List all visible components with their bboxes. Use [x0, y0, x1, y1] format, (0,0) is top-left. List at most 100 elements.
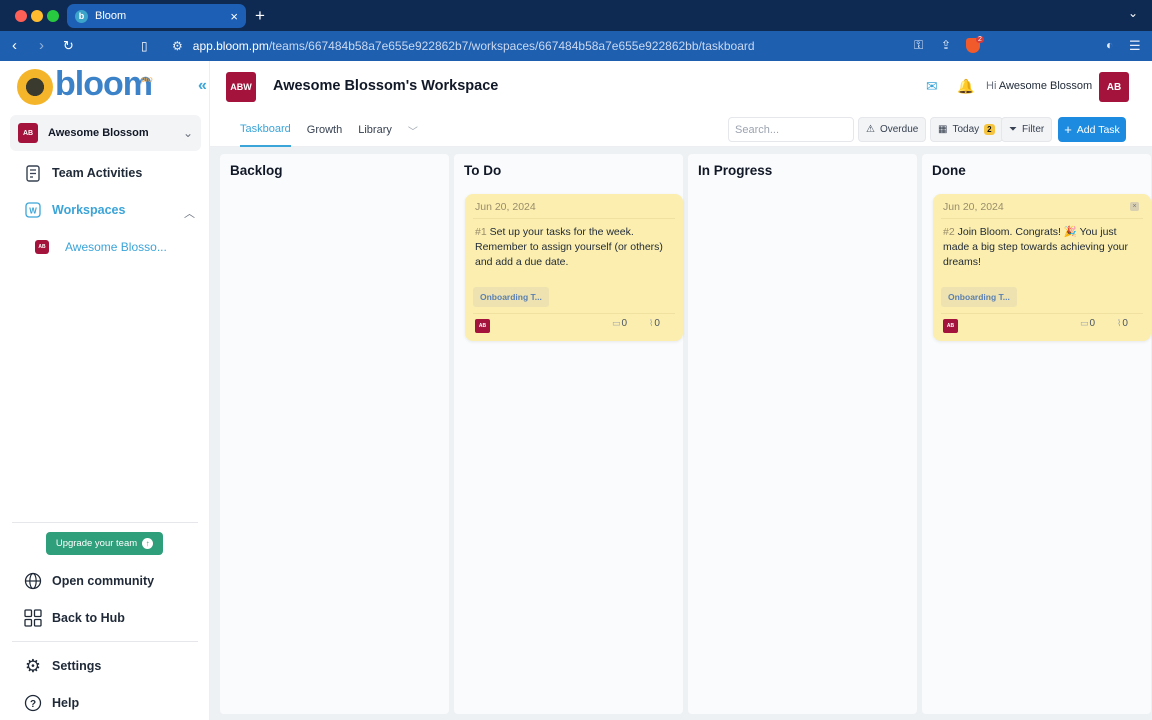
task-card[interactable]: Jun 20, 2024 #1 Set up your tasks for th… [465, 194, 683, 341]
workspace-tabs: Taskboard Growth Library ﹀ [240, 113, 418, 147]
search-input[interactable] [728, 117, 854, 142]
bell-icon[interactable]: 🔔 [957, 78, 974, 95]
add-task-button[interactable]: + Add Task [1058, 117, 1126, 142]
team-selector[interactable]: AB Awesome Blossom ⌄ [10, 115, 201, 151]
sidebar-item-label: Workspaces [52, 203, 126, 217]
divider [12, 522, 198, 523]
task-card[interactable]: Jun 20, 2024 × #2 Join Bloom. Congrats! … [933, 194, 1151, 341]
new-tab-icon[interactable]: + [255, 6, 265, 26]
comment-count-value: 0 [1089, 318, 1096, 329]
column-title: Backlog [230, 163, 283, 178]
divider [941, 313, 1143, 314]
chevron-down-icon: ⌄ [182, 126, 193, 140]
workspace-avatar[interactable]: ABW [226, 72, 256, 102]
close-tab-icon[interactable]: × [230, 9, 238, 24]
browser-tab-bloom[interactable]: b Bloom × [67, 4, 246, 28]
gear-icon: ⚙ [24, 655, 42, 676]
chevron-up-icon[interactable]: ︿ [184, 205, 195, 221]
sidebar-item-label: Help [52, 696, 80, 710]
tab-library[interactable]: Library [358, 113, 392, 147]
sunflower-icon [17, 69, 53, 105]
url-host: app.bloom.pm [192, 39, 269, 53]
reload-icon[interactable]: ↻ [63, 37, 74, 55]
tab-taskboard[interactable]: Taskboard [240, 113, 291, 147]
sidebar-item-open-community[interactable]: Open community [24, 572, 154, 590]
attachment-count[interactable]: ⌇ 0 [649, 318, 660, 329]
pro-badge: pro [141, 75, 153, 84]
sidebar-item-back-to-hub[interactable]: Back to Hub [24, 609, 125, 627]
attachment-count[interactable]: ⌇ 0 [1117, 318, 1128, 329]
assignee-avatar[interactable]: AB [943, 319, 958, 333]
url-field[interactable]: ⚙ app.bloom.pm/teams/667484b58a7e655e922… [160, 34, 990, 58]
assignee-avatar[interactable]: AB [475, 319, 490, 333]
bloom-logo[interactable]: bloom pro [17, 65, 157, 109]
task-tag[interactable]: Onboarding T... [473, 287, 549, 307]
more-tabs-chevron-icon[interactable]: ﹀ [408, 123, 418, 138]
sidebar-item-help[interactable]: ? Help [24, 694, 79, 712]
minimize-window-button[interactable] [31, 10, 43, 22]
sidebar-item-label: Team Activities [52, 166, 143, 180]
comment-count[interactable]: ▭ 0 [1080, 318, 1095, 329]
column-done: Done Jun 20, 2024 × #2 Join Bloom. Congr… [922, 154, 1151, 714]
forward-icon[interactable]: › [39, 37, 44, 55]
user-avatar[interactable]: AB [1099, 72, 1129, 102]
upgrade-team-button[interactable]: Upgrade your team ↑ [46, 532, 163, 555]
user-name: Awesome Blossom [998, 80, 1093, 92]
divider [473, 313, 675, 314]
close-window-button[interactable] [15, 10, 27, 22]
maximize-window-button[interactable] [47, 10, 59, 22]
site-settings-icon[interactable]: ⚙ [172, 39, 183, 53]
tab-growth[interactable]: Growth [307, 113, 342, 147]
sidebar-item-settings[interactable]: ⚙ Settings [24, 655, 101, 676]
team-name: Awesome Blossom [48, 127, 149, 139]
back-icon[interactable]: ‹ [12, 37, 17, 55]
url-path: /teams/667484b58a7e655e922862b7/workspac… [268, 39, 755, 53]
sidebar-item-label: Back to Hub [52, 611, 125, 625]
browser-menu-icon[interactable]: ☰ [1129, 38, 1141, 54]
bookmark-icon[interactable]: ▯ [141, 37, 148, 55]
divider [12, 641, 198, 642]
arrow-up-icon: ↑ [142, 538, 154, 549]
today-button[interactable]: ▦ Today 2 [930, 117, 1003, 142]
task-date: Jun 20, 2024 [475, 201, 536, 213]
task-text: #1 Set up your tasks for the week. Remem… [475, 225, 675, 270]
share-icon[interactable]: ⇪ [941, 38, 951, 52]
overdue-button[interactable]: ⚠ Overdue [858, 117, 927, 142]
bloom-favicon-icon: b [75, 9, 88, 23]
shields-count-badge: 2 [976, 36, 984, 43]
tab-list-chevron-icon[interactable]: ⌄ [1128, 6, 1138, 20]
task-number: #2 [943, 226, 955, 238]
sidebar-item-workspaces[interactable]: W Workspaces [24, 201, 125, 219]
team-avatar: AB [18, 123, 38, 143]
comment-icon: ▭ [612, 318, 621, 328]
collapse-sidebar-icon[interactable]: « [198, 77, 207, 95]
column-to-do: To Do Jun 20, 2024 #1 Set up your tasks … [454, 154, 683, 714]
add-task-label: Add Task [1076, 123, 1120, 136]
comment-count[interactable]: ▭ 0 [612, 318, 627, 329]
globe-icon [24, 572, 42, 590]
key-icon[interactable]: ⚿ [914, 38, 923, 53]
filter-icon: ⏷ [1009, 124, 1017, 135]
sidebar-item-team-activities[interactable]: Team Activities [24, 164, 142, 182]
task-tag[interactable]: Onboarding T... [941, 287, 1017, 307]
task-description: Join Bloom. Congrats! 🎉 You just made a … [943, 226, 1129, 268]
paperclip-icon: ⌇ [649, 318, 654, 328]
help-icon: ? [24, 694, 42, 712]
svg-text:W: W [29, 207, 37, 216]
task-description: Set up your tasks for the week. Remember… [475, 226, 663, 268]
column-title: Done [932, 163, 966, 178]
paperclip-icon: ⌇ [1117, 318, 1122, 328]
task-number: #1 [475, 226, 487, 238]
comment-icon: ▭ [1080, 318, 1089, 328]
close-icon[interactable]: × [1130, 202, 1139, 211]
activity-list-icon [24, 164, 42, 182]
sidebar-item-awesome-blossom-workspace[interactable]: AB Awesome Blosso... [35, 240, 167, 254]
page-title: Awesome Blossom's Workspace [273, 78, 499, 94]
vpn-icon[interactable]: ◐ [1106, 38, 1113, 52]
workspace-avatar: AB [35, 240, 49, 254]
filter-button[interactable]: ⏷ Filter [1001, 117, 1053, 142]
task-text: #2 Join Bloom. Congrats! 🎉 You just made… [943, 225, 1143, 270]
mail-icon[interactable]: ✉ [926, 78, 938, 95]
sidebar: bloom pro « AB Awesome Blossom ⌄ Team Ac… [0, 61, 210, 720]
column-title: To Do [464, 163, 502, 178]
